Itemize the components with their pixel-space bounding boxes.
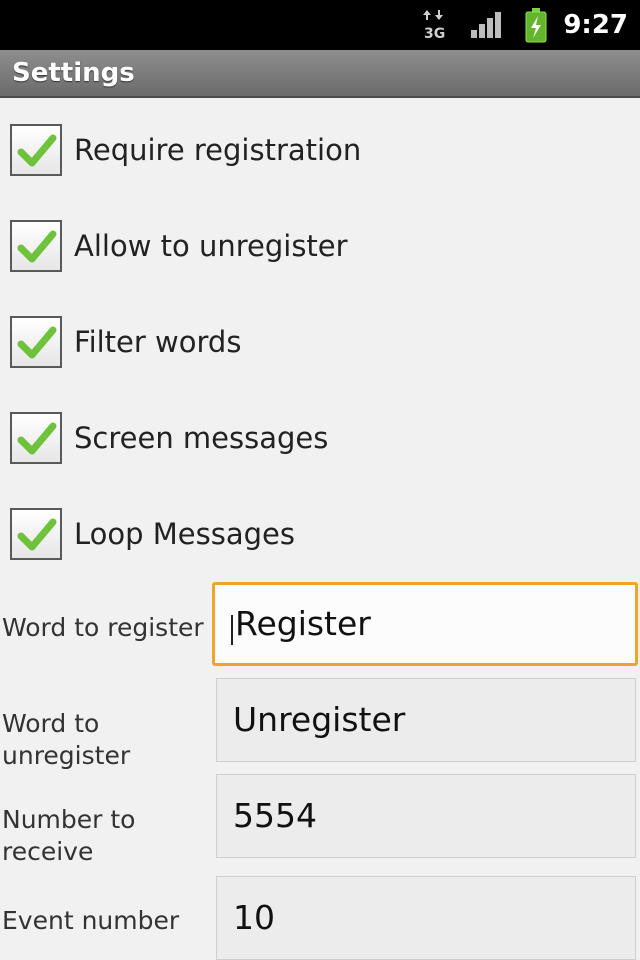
signal-strength-icon	[466, 0, 506, 50]
screen-messages-label: Screen messages	[74, 421, 329, 455]
screen-messages-checkbox[interactable]	[10, 412, 62, 464]
svg-text:3G: 3G	[424, 26, 445, 42]
word-to-unregister-input[interactable]: Unregister	[216, 678, 636, 762]
loop-messages-checkbox[interactable]	[10, 508, 62, 560]
title-bar: Settings	[0, 50, 640, 98]
filter-words-label: Filter words	[74, 325, 242, 359]
word-to-unregister-value: Unregister	[233, 700, 406, 739]
checkmark-icon	[17, 422, 57, 455]
word-to-register-input[interactable]: Register	[212, 582, 638, 666]
allow-unregister-checkbox[interactable]	[10, 220, 62, 272]
loop-messages-label: Loop Messages	[74, 517, 295, 551]
event-number-input[interactable]: 10	[216, 876, 636, 960]
status-time: 9:27	[563, 10, 628, 40]
checkmark-icon	[17, 326, 57, 359]
require-registration-checkbox[interactable]	[10, 124, 62, 176]
allow-unregister-label: Allow to unregister	[74, 229, 348, 263]
number-to-receive-value: 5554	[233, 796, 317, 835]
text-cursor	[231, 615, 233, 645]
word-to-register-label: Word to register	[2, 613, 204, 642]
event-number-value: 10	[233, 898, 275, 937]
setting-require-registration[interactable]: Require registration	[0, 100, 640, 196]
word-to-register-value: Register	[235, 604, 371, 643]
status-bar: 3G 9:27	[0, 0, 640, 50]
setting-filter-words[interactable]: Filter words	[0, 292, 640, 388]
battery-charging-icon	[520, 0, 552, 50]
number-to-receive-label: Number to receive	[2, 805, 136, 866]
setting-screen-messages[interactable]: Screen messages	[0, 388, 640, 484]
word-to-unregister-label: Word to unregister	[2, 709, 131, 770]
event-number-label: Event number	[2, 906, 180, 935]
checkmark-icon	[17, 134, 57, 167]
page-title: Settings	[12, 58, 135, 88]
setting-loop-messages[interactable]: Loop Messages	[0, 484, 640, 580]
require-registration-label: Require registration	[74, 133, 362, 167]
3g-data-icon: 3G	[420, 0, 450, 50]
setting-allow-unregister[interactable]: Allow to unregister	[0, 196, 640, 292]
checkmark-icon	[17, 230, 57, 263]
filter-words-checkbox[interactable]	[10, 316, 62, 368]
checkmark-icon	[17, 518, 57, 551]
number-to-receive-input[interactable]: 5554	[216, 774, 636, 858]
